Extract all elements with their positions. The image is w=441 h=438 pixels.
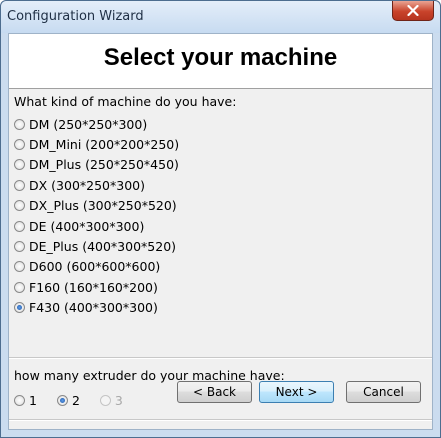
extruder-option-3: 3 [99,392,123,408]
close-button[interactable] [392,1,434,21]
radio-button[interactable] [14,200,25,212]
radio-label: D600 (600*600*600) [29,259,161,275]
machine-option[interactable]: DX (300*250*300) [14,176,145,194]
radio-button[interactable] [14,394,25,406]
wizard-page: Select your machine What kind of machine… [8,33,433,430]
radio-button[interactable] [56,394,68,406]
radio-button [99,394,111,406]
radio-button[interactable] [14,179,25,191]
radio-label: DX (300*250*300) [29,177,145,193]
machine-question: What kind of machine do you have: [14,94,237,109]
radio-button[interactable] [14,302,25,314]
next-button[interactable]: Next > [259,381,334,403]
radio-label: DM_Plus (250*250*450) [29,157,179,173]
divider [9,419,432,421]
radio-button[interactable] [14,220,25,232]
divider [9,357,432,359]
back-button[interactable]: < Back [177,381,252,403]
radio-label: DM (250*250*300) [29,116,148,132]
radio-button[interactable] [14,159,25,171]
machine-option[interactable]: DM_Mini (200*200*250) [14,135,179,153]
radio-button[interactable] [14,138,25,150]
machine-option[interactable]: DX_Plus (300*250*520) [14,197,177,215]
machine-option[interactable]: DM (250*250*300) [14,115,147,133]
page-title: Select your machine [103,44,338,71]
back-button-label: < Back [192,385,236,399]
radio-label: DM_Mini (200*200*250) [29,136,180,152]
radio-label: F160 (160*160*200) [29,279,158,295]
next-button-label: Next > [275,385,318,399]
window-title: Configuration Wizard [7,9,144,24]
machine-option[interactable]: D600 (600*600*600) [14,258,160,276]
extruder-option-1[interactable]: 1 [14,393,37,408]
extruder-radio-group: 1 2 3 [14,391,143,409]
wizard-body: What kind of machine do you have: DM (25… [9,89,432,429]
cancel-button[interactable]: Cancel [346,381,421,403]
radio-label: 3 [114,392,123,408]
radio-label: DE (400*300*300) [29,218,145,234]
machine-option[interactable]: DE_Plus (400*300*520) [14,237,176,255]
radio-button[interactable] [14,261,25,273]
header-band: Select your machine [9,34,432,89]
radio-button[interactable] [14,240,25,252]
extruder-option-2[interactable]: 2 [56,392,80,408]
title-bar: Configuration Wizard [1,1,440,33]
close-icon [407,5,419,16]
machine-option[interactable]: DE (400*300*300) [14,217,144,235]
radio-label: DX_Plus (300*250*520) [29,198,177,214]
radio-label: DE_Plus (400*300*520) [29,238,177,254]
cancel-button-label: Cancel [363,385,404,399]
machine-option[interactable]: F430 (400*300*300) [14,299,158,317]
machine-option[interactable]: F160 (160*160*200) [14,278,158,296]
radio-label: F430 (400*300*300) [29,300,158,316]
radio-label: 1 [29,392,37,408]
configuration-wizard-window: Configuration Wizard Select your machine… [0,0,441,438]
machine-option[interactable]: DM_Plus (250*250*450) [14,156,179,174]
radio-button[interactable] [14,281,25,293]
radio-label: 2 [71,392,80,408]
radio-button[interactable] [14,118,25,130]
